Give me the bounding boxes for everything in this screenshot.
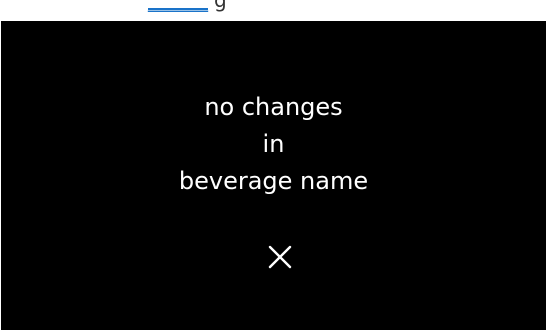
message-line-1: no changes (204, 93, 343, 121)
message-line-3: beverage name (178, 167, 369, 195)
status-message: no changes in beverage name (1, 89, 546, 200)
page: ______ g no changes in beverage name (0, 0, 550, 332)
device-screen: no changes in beverage name (1, 21, 546, 330)
message-line-2: in (262, 130, 285, 158)
document-text: g (214, 0, 227, 12)
document-fragment: ______ g (0, 0, 550, 20)
document-link[interactable]: ______ (148, 0, 208, 10)
close-icon (268, 245, 292, 269)
close-button[interactable] (267, 244, 293, 270)
